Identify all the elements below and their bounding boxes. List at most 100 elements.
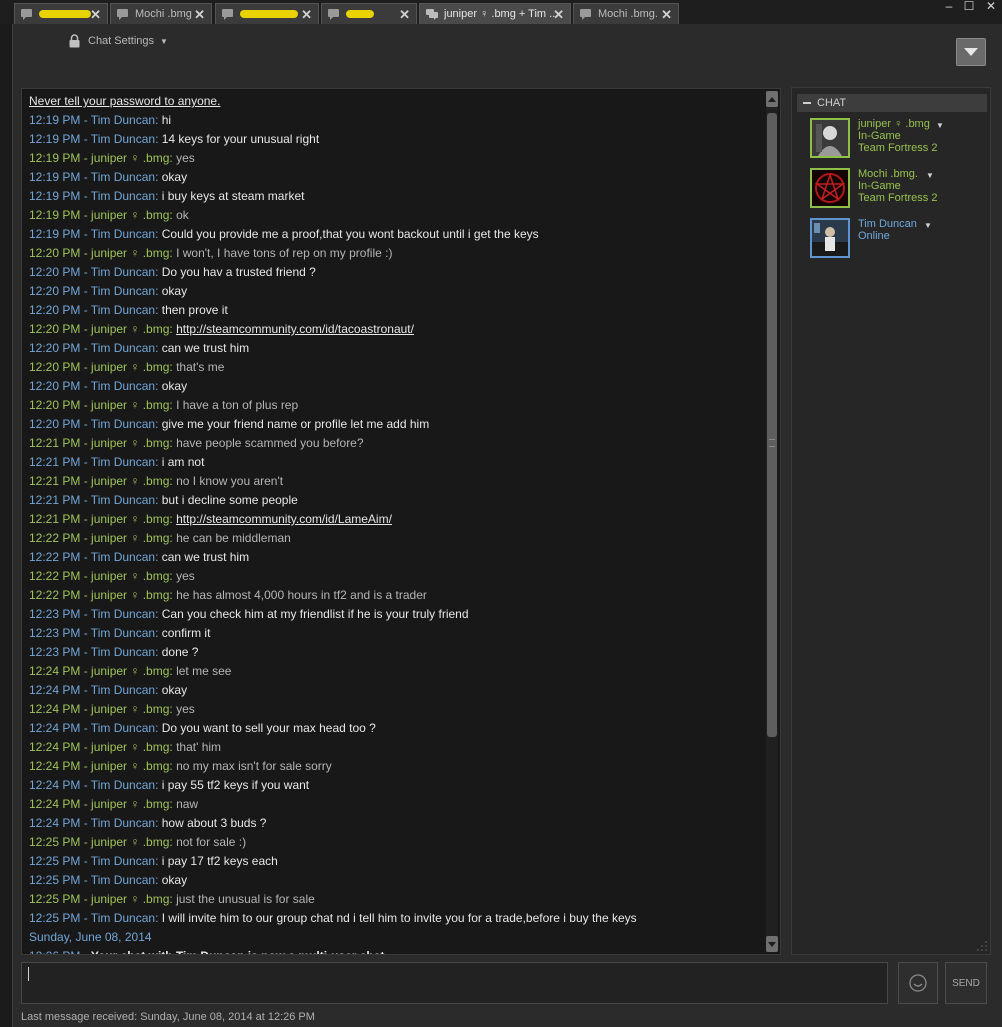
message-sender: 12:25 PM - juniper ♀ .bmg — [29, 835, 170, 849]
chevron-down-icon[interactable]: ▼ — [936, 121, 944, 130]
message-sender: 12:24 PM - juniper ♀ .bmg — [29, 759, 170, 773]
message-text: no I know you aren't — [176, 474, 284, 488]
message-text: i am not — [161, 455, 205, 469]
chat-settings-menu[interactable]: Chat Settings ▼ — [69, 34, 168, 48]
message-text: but i decline some people — [161, 493, 298, 507]
chat-message: 12:24 PM - juniper ♀ .bmg: let me see — [29, 662, 764, 681]
tab-close-icon[interactable]: ✕ — [553, 7, 564, 23]
tab-close-icon[interactable]: ✕ — [301, 7, 312, 23]
chat-log[interactable]: Never tell your password to anyone. 12:1… — [21, 88, 781, 955]
chat-message: 12:20 PM - Tim Duncan: give me your frie… — [29, 415, 764, 434]
send-button[interactable]: SEND — [945, 962, 987, 1004]
message-separator: : — [155, 683, 162, 697]
message-text: okay — [161, 683, 188, 697]
chat-message: 12:20 PM - Tim Duncan: okay — [29, 282, 764, 301]
chat-members-header[interactable]: CHAT — [797, 94, 987, 112]
message-text: 14 keys for your unusual right — [161, 132, 320, 146]
message-input[interactable] — [21, 962, 888, 1004]
member-tim-duncan[interactable]: Tim Duncan Online ▼ — [810, 218, 985, 260]
message-separator: : — [155, 132, 162, 146]
avatar[interactable] — [810, 218, 850, 258]
message-text: I have a ton of plus rep — [176, 398, 299, 412]
chat-bubble-icon — [222, 8, 234, 20]
tab-mochi-dot[interactable]: Mochi .bmg. ✕ — [573, 3, 679, 24]
message-text: that's me — [176, 360, 225, 374]
chat-message: 12:20 PM - Tim Duncan: can we trust him — [29, 339, 764, 358]
avatar[interactable] — [810, 118, 850, 158]
message-sender: 12:21 PM - Tim Duncan — [29, 455, 156, 469]
message-text: okay — [161, 284, 188, 298]
scroll-up-button[interactable] — [766, 91, 778, 107]
chat-message: 12:19 PM - Tim Duncan: i buy keys at ste… — [29, 187, 764, 206]
message-sender: 12:24 PM - Tim Duncan — [29, 816, 156, 830]
message-separator: : — [155, 113, 162, 127]
scroll-down-button[interactable] — [766, 936, 778, 952]
message-sender: 12:25 PM - Tim Duncan — [29, 911, 156, 925]
chat-bubble-icon — [117, 8, 129, 20]
tab-close-icon[interactable]: ✕ — [661, 7, 672, 23]
resize-grip-icon[interactable] — [976, 940, 988, 952]
chat-message: 12:25 PM - Tim Duncan: okay — [29, 871, 764, 890]
message-sender: 12:20 PM - Tim Duncan — [29, 417, 156, 431]
message-sender: 12:25 PM - Tim Duncan — [29, 873, 156, 887]
tab-redacted-2[interactable]: ✕ — [215, 3, 319, 24]
chat-log-content: Never tell your password to anyone. 12:1… — [29, 92, 764, 954]
message-separator: : — [155, 170, 162, 184]
message-separator: : — [155, 645, 162, 659]
scroll-thumb[interactable] — [767, 113, 777, 737]
chat-message: 12:19 PM - Tim Duncan: 14 keys for your … — [29, 130, 764, 149]
message-separator: : — [155, 379, 162, 393]
message-link[interactable]: http://steamcommunity.com/id/LameAim/ — [176, 512, 392, 526]
tab-close-icon[interactable]: ✕ — [194, 7, 205, 23]
tab-redacted-1[interactable]: ✕ — [14, 3, 108, 24]
message-link[interactable]: http://steamcommunity.com/id/tacoastrona… — [176, 322, 414, 336]
message-sender: 12:24 PM - juniper ♀ .bmg — [29, 797, 170, 811]
message-separator: : — [155, 550, 162, 564]
message-text: i pay 17 tf2 keys each — [161, 854, 278, 868]
message-sender: 12:19 PM - Tim Duncan — [29, 113, 156, 127]
message-text: have people scammed you before? — [176, 436, 364, 450]
chevron-down-icon[interactable]: ▼ — [924, 221, 932, 230]
message-text: how about 3 buds ? — [161, 816, 267, 830]
chevron-down-icon[interactable]: ▼ — [926, 171, 934, 180]
tab-group-chat[interactable]: juniper ♀ .bmg + Tim ... ✕ — [419, 3, 571, 24]
tab-close-icon[interactable]: ✕ — [399, 7, 410, 23]
message-text: hi — [161, 113, 172, 127]
avatar[interactable] — [810, 168, 850, 208]
tab-close-icon[interactable]: ✕ — [90, 7, 101, 23]
message-text: give me your friend name or profile let … — [161, 417, 430, 431]
message-text: no my max isn't for sale sorry — [176, 759, 332, 773]
message-separator: : — [155, 493, 162, 507]
tab-mochi[interactable]: Mochi .bmg ✕ — [110, 3, 212, 24]
minimize-button[interactable]: – — [942, 0, 956, 12]
close-window-button[interactable]: ✕ — [984, 0, 998, 12]
chat-message: 12:20 PM - juniper ♀ .bmg: I won't, I ha… — [29, 244, 764, 263]
chat-message: 12:20 PM - juniper ♀ .bmg: that's me — [29, 358, 764, 377]
chat-message: 12:24 PM - Tim Duncan: okay — [29, 681, 764, 700]
message-text: he has almost 4,000 hours in tf2 and is … — [176, 588, 427, 602]
window-menu-button[interactable] — [956, 38, 986, 66]
message-separator: : — [155, 189, 162, 203]
message-text: i pay 55 tf2 keys if you want — [161, 778, 310, 792]
collapse-icon — [803, 102, 811, 105]
chat-log-scrollbar[interactable] — [766, 91, 778, 952]
chat-message: 12:24 PM - juniper ♀ .bmg: yes — [29, 700, 764, 719]
message-text: yes — [176, 151, 195, 165]
chat-members-panel: CHAT juniper ♀ .bmg In-Game Team Fortres… — [791, 87, 991, 955]
message-sender: 12:24 PM - Tim Duncan — [29, 721, 156, 735]
tab-redacted-3[interactable]: ✕ — [321, 3, 417, 24]
chat-message: 12:19 PM - juniper ♀ .bmg: ok — [29, 206, 764, 225]
member-status: In-Game — [858, 130, 901, 142]
member-juniper[interactable]: juniper ♀ .bmg In-Game Team Fortress 2 ▼ — [810, 118, 985, 160]
message-sender: 12:22 PM - juniper ♀ .bmg — [29, 569, 170, 583]
message-text: yes — [176, 702, 195, 716]
member-mochi[interactable]: Mochi .bmg. In-Game Team Fortress 2 ▼ — [810, 168, 985, 210]
maximize-button[interactable]: ☐ — [962, 0, 976, 12]
message-text: Can you check him at my friendlist if he… — [161, 607, 469, 621]
text-cursor — [28, 967, 29, 981]
message-text: can we trust him — [161, 341, 250, 355]
tab-redacted-label — [39, 10, 91, 18]
emoticon-button[interactable] — [898, 962, 938, 1004]
message-text: okay — [161, 170, 188, 184]
message-text: I will invite him to our group chat nd i… — [161, 911, 637, 925]
